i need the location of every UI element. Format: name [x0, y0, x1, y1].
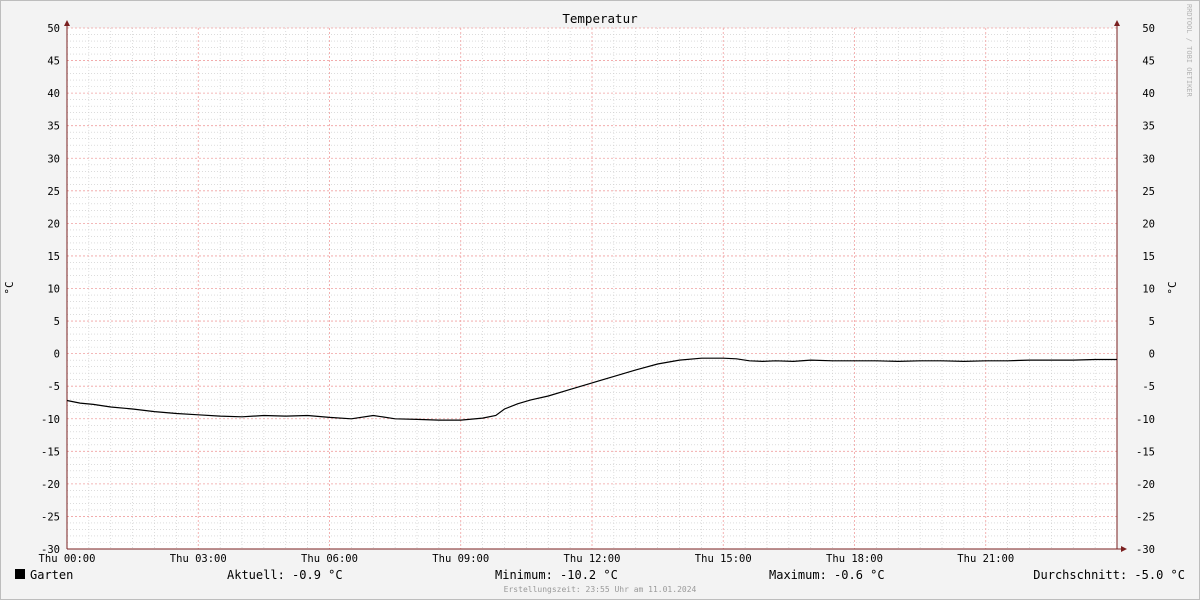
y-tick-label-right: -10 — [1136, 414, 1155, 426]
y-tick-label-right: 20 — [1142, 218, 1155, 230]
rrdtool-watermark: RRDTOOL / TOBI OETIKER — [1185, 4, 1193, 98]
x-tick-label: Thu 03:00 — [170, 553, 227, 565]
y-tick-label-left: 50 — [47, 23, 60, 35]
y-tick-label-right: 5 — [1149, 316, 1155, 328]
y-axis-label-right: °C — [1166, 281, 1179, 294]
y-tick-label-right: 0 — [1149, 349, 1155, 361]
x-tick-label: Thu 06:00 — [301, 553, 358, 565]
y-tick-label-right: -15 — [1136, 446, 1155, 458]
chart-title: Temperatur — [562, 11, 638, 26]
y-tick-label-left: 30 — [47, 153, 60, 165]
y-tick-label-left: -20 — [41, 479, 60, 491]
y-axis-label-left: °C — [3, 281, 16, 294]
legend-series-label: Garten — [30, 568, 74, 582]
y-tick-label-left: 20 — [47, 218, 60, 230]
y-tick-label-left: 40 — [47, 88, 60, 100]
stat-aktuell: Aktuell: -0.9 °C — [227, 568, 343, 582]
y-tick-label-left: 25 — [47, 186, 60, 198]
y-axis-right-arrow — [1114, 20, 1120, 26]
stat-maximum: Maximum: -0.6 °C — [769, 568, 885, 582]
y-tick-label-right: 40 — [1142, 88, 1155, 100]
y-tick-label-left: 0 — [54, 349, 60, 361]
x-axis-arrow — [1121, 546, 1127, 552]
y-tick-label-right: 25 — [1142, 186, 1155, 198]
y-tick-label-right: -25 — [1136, 511, 1155, 523]
creation-time-footer: Erstellungszeit: 23:55 Uhr am 11.01.2024 — [503, 585, 697, 594]
y-tick-label-left: 10 — [47, 284, 60, 296]
y-axis-left-arrow — [64, 20, 70, 26]
y-tick-label-left: 15 — [47, 251, 60, 263]
y-tick-label-right: 45 — [1142, 56, 1155, 68]
temperature-chart: Temperatur °C °C RRDTOOL / TOBI OETIKER … — [3, 4, 1193, 565]
stat-durchschnitt: Durchschnitt: -5.0 °C — [1033, 568, 1185, 582]
x-tick-label: Thu 09:00 — [432, 553, 489, 565]
legend: Garten Aktuell: -0.9 °C Minimum: -10.2 °… — [15, 567, 1185, 585]
y-tick-label-right: 10 — [1142, 284, 1155, 296]
y-tick-label-right: 35 — [1142, 121, 1155, 133]
y-tick-label-right: -20 — [1136, 479, 1155, 491]
y-tick-label-right: -30 — [1136, 544, 1155, 556]
y-tick-label-right: -5 — [1142, 381, 1155, 393]
legend-swatch — [15, 569, 25, 579]
y-tick-label-left: -25 — [41, 511, 60, 523]
y-tick-label-right: 15 — [1142, 251, 1155, 263]
y-tick-label-left: -10 — [41, 414, 60, 426]
y-tick-label-right: 30 — [1142, 153, 1155, 165]
x-tick-label: Thu 12:00 — [564, 553, 621, 565]
plot-area: 50 5045 4540 4035 3530 3025 2520 2015 1510 105 50 0… — [39, 20, 1155, 565]
x-tick-label: Thu 18:00 — [826, 553, 883, 565]
y-tick-label-left: -5 — [47, 381, 60, 393]
stat-minimum: Minimum: -10.2 °C — [495, 568, 618, 582]
x-tick-label: Thu 00:00 — [39, 553, 96, 565]
x-tick-label: Thu 21:00 — [957, 553, 1014, 565]
y-tick-label-left: 35 — [47, 121, 60, 133]
y-tick-label-left: 45 — [47, 56, 60, 68]
y-tick-label-left: -15 — [41, 446, 60, 458]
x-tick-label: Thu 15:00 — [695, 553, 752, 565]
y-tick-label-left: 5 — [54, 316, 60, 328]
y-tick-label-right: 50 — [1142, 23, 1155, 35]
